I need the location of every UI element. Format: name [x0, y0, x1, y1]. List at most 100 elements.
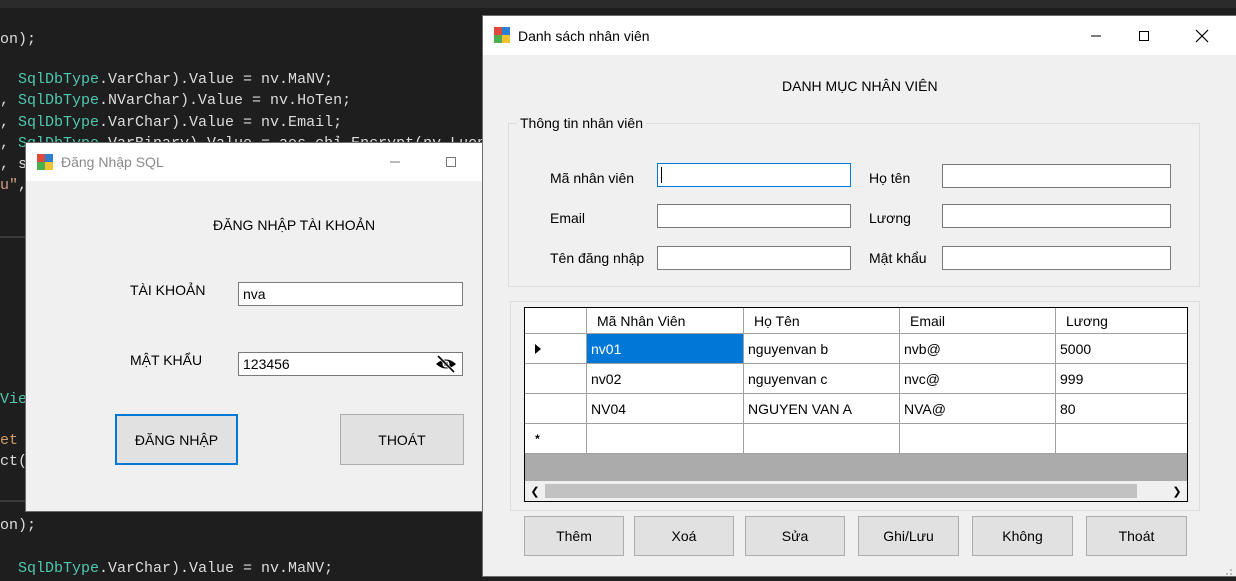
resize-grip-icon[interactable]	[1223, 563, 1233, 575]
grid-cell[interactable]: NGUYEN VAN A	[744, 394, 900, 424]
code-token: SqlDbType	[18, 71, 100, 88]
code-line: on);	[0, 516, 36, 536]
code-token: SqlDbType	[18, 560, 100, 577]
code-token: ct(	[0, 453, 28, 470]
minimize-icon	[390, 161, 400, 163]
code-line: u",	[0, 176, 27, 196]
column-header-hoten[interactable]: Họ Tên	[744, 308, 900, 334]
tendangnhap-input[interactable]	[657, 246, 851, 270]
code-line: , SqlDbType.NVarChar).Value = nv.HoTen;	[0, 91, 351, 111]
code-token: on);	[0, 517, 37, 534]
username-label: TÀI KHOẢN	[130, 282, 206, 298]
window-title: Danh sách nhân viên	[518, 28, 650, 44]
matkhau-label: Mật khẩu	[869, 250, 927, 266]
minimize-button[interactable]	[1073, 16, 1119, 55]
code-line: SqlDbType.VarChar).Value = nv.MaNV;	[0, 559, 333, 579]
window-title: Đăng Nhập SQL	[61, 154, 164, 170]
code-token: on);	[0, 31, 37, 48]
code-line: et	[0, 431, 18, 451]
grid-corner-header	[525, 308, 587, 334]
code-token: .VarChar).Value = nv.MaNV;	[99, 560, 334, 577]
grid-cell[interactable]: nv02	[587, 364, 744, 394]
code-line: , SqlDbType.VarChar).Value = nv.Email;	[0, 113, 342, 133]
manv-input[interactable]	[657, 163, 851, 187]
minimize-button[interactable]	[372, 143, 418, 181]
column-header-luong[interactable]: Lương	[1056, 308, 1187, 334]
delete-button[interactable]: Xoá	[634, 516, 734, 556]
scrollbar-thumb[interactable]	[545, 484, 1137, 498]
row-header[interactable]	[525, 364, 587, 394]
matkhau-input[interactable]	[942, 246, 1171, 270]
close-button[interactable]	[1179, 16, 1225, 55]
row-header[interactable]	[525, 394, 587, 424]
grid-cell[interactable]: 999	[1056, 364, 1187, 394]
close-icon	[1195, 29, 1209, 42]
exit-button[interactable]: Thoát	[1086, 516, 1187, 556]
code-line: Vie	[0, 390, 27, 410]
grid-cell[interactable]: nvc@	[900, 364, 1056, 394]
maximize-icon	[1139, 30, 1149, 41]
hoten-label: Họ tên	[869, 170, 911, 186]
app-icon	[37, 154, 53, 170]
groupbox-title: Thông tin nhân viên	[517, 115, 646, 131]
cancel-button[interactable]: Không	[972, 516, 1073, 556]
email-label: Email	[550, 210, 586, 226]
email-input[interactable]	[657, 204, 851, 228]
login-button[interactable]: ĐĂNG NHẬP	[115, 414, 238, 465]
username-input[interactable]	[238, 282, 463, 306]
hoten-input[interactable]	[942, 164, 1171, 188]
grid-cell[interactable]	[900, 424, 1056, 454]
column-header-email[interactable]: Email	[900, 308, 1056, 334]
manv-label: Mã nhân viên	[550, 170, 635, 186]
maximize-icon	[446, 157, 456, 167]
grid-cell[interactable]	[587, 424, 744, 454]
grid-cell[interactable]: nvb@	[900, 334, 1056, 364]
password-input[interactable]	[238, 352, 463, 376]
row-header-current[interactable]	[525, 334, 587, 364]
edit-button[interactable]: Sửa	[745, 516, 845, 556]
scroll-left-icon[interactable]: ❮	[525, 481, 545, 501]
employee-datagrid[interactable]: Mã Nhân Viên Họ Tên Email Lương nv01 ngu…	[524, 307, 1188, 502]
grid-cell[interactable]: NV04	[587, 394, 744, 424]
grid-cell[interactable]: 5000	[1056, 334, 1187, 364]
login-titlebar[interactable]: Đăng Nhập SQL	[26, 143, 482, 181]
code-line: SqlDbType.VarChar).Value = nv.MaNV;	[0, 70, 333, 90]
code-token: .VarChar).Value = nv.Email;	[99, 114, 343, 131]
text-cursor	[661, 167, 662, 183]
add-button[interactable]: Thêm	[524, 516, 624, 556]
minimize-icon	[1091, 35, 1101, 36]
code-line: on);	[0, 30, 36, 50]
new-row-header[interactable]: *	[525, 424, 587, 454]
maximize-button[interactable]	[428, 143, 474, 181]
employee-heading: DANH MỤC NHÂN VIÊN	[782, 78, 938, 94]
scroll-right-icon[interactable]: ❯	[1167, 481, 1187, 501]
code-token: ,	[0, 92, 19, 109]
tendangnhap-label: Tên đăng nhập	[550, 250, 645, 266]
luong-label: Lương	[869, 210, 911, 226]
code-token: .NVarChar).Value = nv.HoTen;	[99, 92, 352, 109]
column-header-manv[interactable]: Mã Nhân Viên	[587, 308, 744, 334]
grid-cell[interactable]: nv01	[587, 334, 744, 364]
code-token: ,	[0, 114, 19, 131]
app-icon	[494, 27, 510, 43]
code-token: ,	[0, 135, 19, 152]
code-token: et	[0, 432, 19, 449]
grid-cell[interactable]	[1056, 424, 1187, 454]
grid-cell[interactable]: 80	[1056, 394, 1187, 424]
horizontal-scrollbar[interactable]: ❮ ❯	[525, 481, 1187, 501]
grid-cell[interactable]: nguyenvan c	[744, 364, 900, 394]
save-button[interactable]: Ghi/Lưu	[858, 516, 959, 556]
exit-button[interactable]: THOÁT	[340, 414, 464, 465]
luong-input[interactable]	[942, 204, 1171, 228]
grid-cell[interactable]: nguyenvan b	[744, 334, 900, 364]
grid-cell[interactable]	[744, 424, 900, 454]
hide-password-icon[interactable]	[434, 354, 458, 374]
maximize-button[interactable]	[1121, 16, 1167, 55]
login-window: Đăng Nhập SQL ĐĂNG NHẬP TÀI KHOẢN TÀI KH…	[26, 143, 482, 511]
employee-titlebar[interactable]: Danh sách nhân viên	[483, 16, 1236, 55]
login-heading: ĐĂNG NHẬP TÀI KHOẢN	[213, 217, 376, 233]
grid-cell[interactable]: NVA@	[900, 394, 1056, 424]
current-row-arrow-icon	[534, 343, 541, 354]
code-token: , s	[0, 156, 28, 173]
